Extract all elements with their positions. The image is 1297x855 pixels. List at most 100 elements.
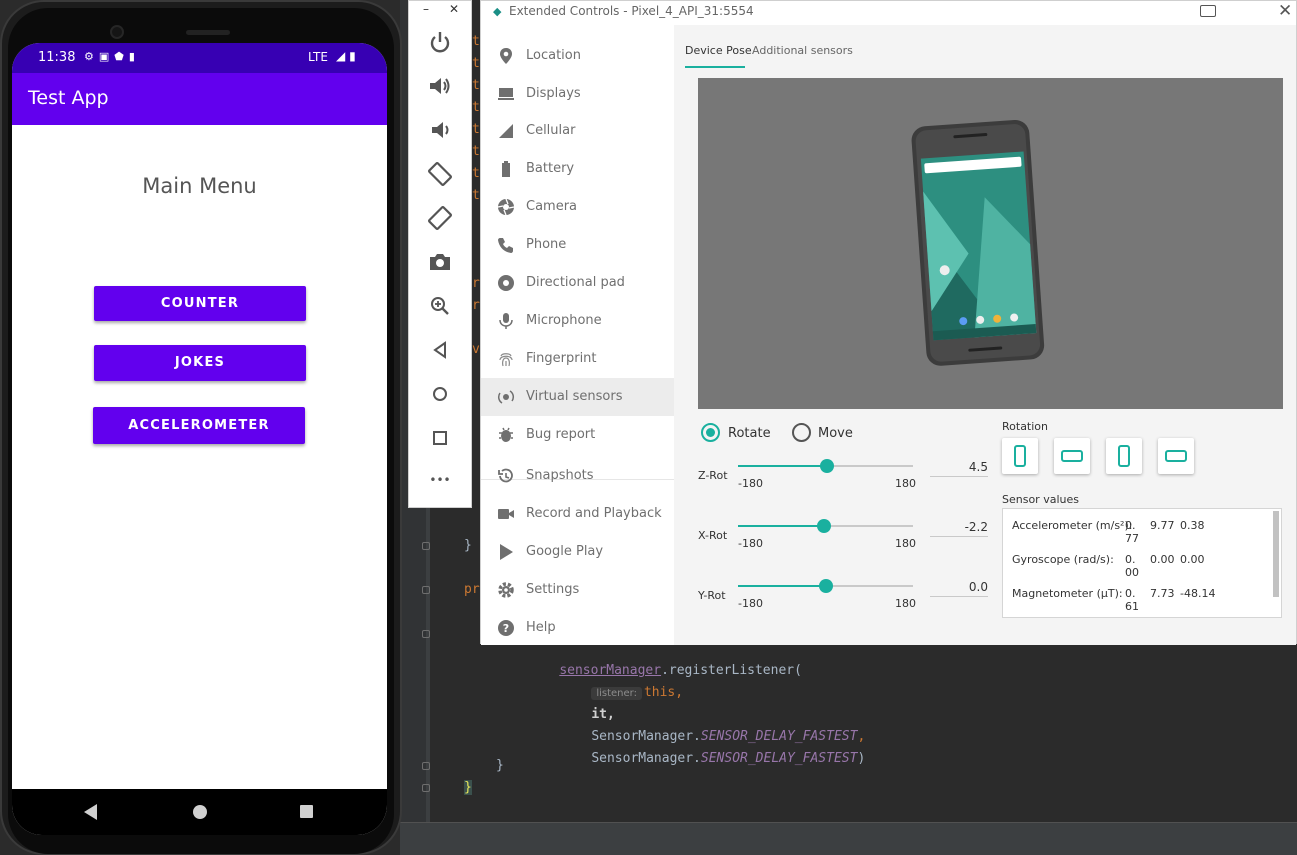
close-button[interactable]: ✕ <box>449 2 459 16</box>
sidebar-item-cellular[interactable]: Cellular <box>481 112 674 150</box>
fold-marker[interactable] <box>422 630 430 638</box>
sidebar-item-help[interactable]: ? Help <box>481 609 674 647</box>
slider-label: Z-Rot <box>698 469 728 482</box>
accelerometer-button[interactable]: ACCELEROMETER <box>93 407 305 444</box>
home-icon[interactable] <box>427 381 453 407</box>
back-icon[interactable] <box>427 337 453 363</box>
sidebar-item-displays[interactable]: Displays <box>481 75 674 113</box>
sidebar-item-phone[interactable]: Phone <box>481 226 674 264</box>
device-pose-viewport[interactable] <box>698 78 1283 409</box>
app-bar: Test App <box>12 73 387 125</box>
sensor-values-box: Accelerometer (m/s²): 0. 77 9.77 0.38 Gy… <box>1002 508 1282 618</box>
sidebar-item-settings[interactable]: Settings <box>481 571 674 609</box>
move-radio[interactable] <box>792 423 811 442</box>
sensor-value: 0. <box>1125 587 1136 600</box>
x-rot-value-field[interactable]: -2.2 <box>930 517 988 537</box>
sidebar-item-directional-pad[interactable]: Directional pad <box>481 264 674 302</box>
sidebar-item-camera[interactable]: Camera <box>481 188 674 226</box>
sensor-value: 00 <box>1125 566 1139 579</box>
more-icon[interactable]: ••• <box>427 467 453 493</box>
sidebar-item-label: Google Play <box>526 544 604 559</box>
status-bar: 11:38 ⚙▣⬟▮ LTE ◢ ▮ <box>12 43 387 73</box>
rotated-phone-model <box>911 119 1045 366</box>
tab-additional-sensors[interactable]: Additional sensors <box>752 44 853 57</box>
sidebar-item-label: Phone <box>526 237 567 252</box>
fold-marker[interactable] <box>422 784 430 792</box>
code-brace: } <box>496 758 504 773</box>
nav-home-icon[interactable] <box>193 805 207 819</box>
bug-icon <box>499 427 513 442</box>
slider-min: -180 <box>738 537 763 550</box>
jokes-button[interactable]: JOKES <box>94 345 306 381</box>
sidebar-item-label: Settings <box>526 582 580 597</box>
close-window-icon[interactable]: ✕ <box>1278 1 1292 21</box>
sensor-value: 9.77 <box>1150 519 1175 532</box>
sidebar-item-label: Location <box>526 48 581 63</box>
code-fragment: t <box>472 100 480 115</box>
z-rot-value-field[interactable]: 4.5 <box>930 457 988 477</box>
code-brace: } <box>464 538 472 553</box>
slider-thumb[interactable] <box>816 519 831 533</box>
slider-max: 180 <box>895 477 916 490</box>
help-icon: ? <box>498 620 514 636</box>
rotate-right-icon[interactable] <box>427 205 453 231</box>
slider-thumb[interactable] <box>818 579 833 593</box>
zoom-icon[interactable] <box>427 293 453 319</box>
tab-device-pose[interactable]: Device Pose <box>685 44 752 57</box>
active-tab-indicator <box>685 66 745 68</box>
slider-thumb[interactable] <box>820 459 835 473</box>
sensor-value: 0. <box>1125 553 1136 566</box>
sidebar-item-location[interactable]: Location <box>481 37 674 75</box>
portrait-icon[interactable] <box>1002 438 1038 474</box>
sidebar-item-label: Directional pad <box>526 275 625 290</box>
counter-button[interactable]: COUNTER <box>94 286 306 321</box>
sidebar-item-fingerprint[interactable]: Fingerprint <box>481 340 674 378</box>
network-type: LTE <box>308 50 328 64</box>
sidebar-item-snapshots[interactable]: Snapshots <box>481 457 674 495</box>
landscape-icon[interactable] <box>1054 438 1090 474</box>
status-time: 11:38 <box>38 50 76 65</box>
overview-icon[interactable] <box>427 425 453 451</box>
sensor-values-scrollbar[interactable] <box>1273 511 1279 597</box>
video-camera-icon <box>498 509 514 519</box>
sidebar-item-bug-report[interactable]: Bug report <box>481 416 674 454</box>
sidebar-item-record-and-playback[interactable]: Record and Playback <box>481 495 674 533</box>
reverse-portrait-icon[interactable] <box>1106 438 1142 474</box>
sidebar-item-label: Fingerprint <box>526 351 597 366</box>
nav-recents-icon[interactable] <box>300 805 313 818</box>
sidebar-item-google-play[interactable]: Google Play <box>481 533 674 571</box>
sidebar-item-label: Bug report <box>526 427 596 442</box>
sidebar-item-label: Camera <box>526 199 578 214</box>
sensor-value: 61 <box>1125 600 1139 613</box>
code-line-arg-delay2: SensorManager.SENSOR_DELAY_FASTEST) <box>560 736 865 781</box>
app-title: Test App <box>28 87 109 109</box>
code-fragment: t <box>472 144 480 159</box>
code-fragment: t <box>472 56 480 71</box>
y-rot-value-field[interactable]: 0.0 <box>930 577 988 597</box>
code-fragment: t <box>472 34 480 49</box>
fold-marker[interactable] <box>422 762 430 770</box>
phone-screen: 11:38 ⚙▣⬟▮ LTE ◢ ▮ Test App Main Menu CO… <box>12 43 387 835</box>
sensor-value: 0. <box>1125 519 1136 532</box>
sensor-value: 0.00 <box>1180 553 1205 566</box>
restore-window-icon[interactable] <box>1200 5 1216 17</box>
sidebar-item-battery[interactable]: Battery <box>481 150 674 188</box>
navigation-bar <box>12 789 387 835</box>
play-store-icon <box>500 544 513 560</box>
phone-handset-icon <box>498 238 513 253</box>
volume-up-icon[interactable] <box>427 73 453 99</box>
rotate-left-icon[interactable] <box>427 161 453 187</box>
sidebar-item-virtual-sensors[interactable]: Virtual sensors <box>481 378 674 416</box>
rotate-radio[interactable] <box>701 423 720 442</box>
power-icon[interactable] <box>427 29 453 55</box>
cellular-signal-icon <box>499 124 513 138</box>
minimize-button[interactable]: – <box>423 2 429 16</box>
fold-marker[interactable] <box>422 542 430 550</box>
fold-marker[interactable] <box>422 586 430 594</box>
sidebar-item-microphone[interactable]: Microphone <box>481 302 674 340</box>
camera-icon[interactable] <box>427 249 453 275</box>
reverse-landscape-icon[interactable] <box>1158 438 1194 474</box>
volume-down-icon[interactable] <box>427 117 453 143</box>
nav-back-icon[interactable] <box>84 804 97 820</box>
code-class: SensorManager. <box>591 751 701 766</box>
